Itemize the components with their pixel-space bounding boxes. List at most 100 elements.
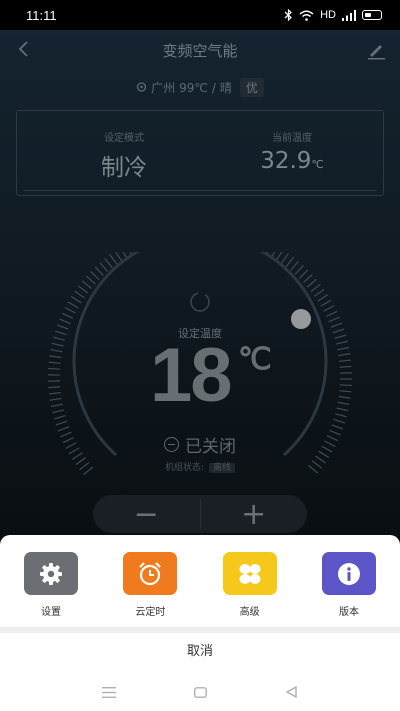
- temperature-stepper: − +: [93, 495, 307, 533]
- dial-tick: [333, 418, 346, 424]
- battery-icon: [362, 10, 382, 20]
- bluetooth-icon: [284, 9, 292, 21]
- status-time: 11:11: [26, 7, 57, 23]
- dial-tick: [323, 305, 335, 312]
- dial-tick: [298, 269, 309, 279]
- dial-tick: [336, 407, 349, 412]
- dial-tick: [50, 403, 63, 408]
- dial-tick: [57, 426, 70, 432]
- dial-tick: [339, 365, 352, 368]
- air-quality-badge: 优: [239, 78, 264, 97]
- network-type-label: HD: [320, 9, 336, 21]
- dial-tick: [61, 312, 74, 319]
- info-card: 设定模式 制冷 当前温度 32.9℃: [16, 110, 384, 196]
- page-title: 变频空气能: [162, 42, 238, 60]
- version-icon-tile: [321, 552, 376, 595]
- mode-value: 制冷: [101, 155, 147, 181]
- dial-tick: [114, 252, 123, 262]
- dial-tick: [77, 285, 89, 294]
- dial-tick: [48, 361, 61, 364]
- dial-tick: [302, 274, 313, 284]
- dial-tick: [52, 409, 65, 414]
- advanced-action[interactable]: 高级: [222, 552, 277, 627]
- dial-tick: [290, 260, 299, 271]
- unit-state-label: 机组状态:: [165, 463, 205, 473]
- dial-tick: [122, 252, 128, 259]
- dial-tick: [109, 254, 118, 265]
- dial-tick: [306, 278, 317, 288]
- back-triangle-icon[interactable]: [285, 686, 298, 698]
- dial-tick: [331, 424, 344, 430]
- dial-tick: [67, 301, 79, 309]
- advanced-icon-tile: [222, 552, 277, 595]
- weather-condition: 晴: [219, 81, 232, 95]
- dial-tick: [55, 420, 68, 426]
- action-sheet: 设置 云定时 高级 版本: [0, 535, 400, 627]
- dial-tick: [334, 413, 347, 418]
- dial-tick: [276, 252, 283, 261]
- dial-tick: [70, 295, 82, 304]
- refresh-icon[interactable]: [190, 292, 210, 312]
- settings-label: 设置: [41, 607, 61, 618]
- dial-tick: [314, 288, 325, 297]
- nav-bar: 变频空气能: [0, 30, 400, 70]
- settings-action[interactable]: 设置: [24, 552, 78, 627]
- dial-tick: [339, 359, 352, 362]
- gear-icon: [40, 562, 62, 585]
- decrease-temp-button[interactable]: −: [93, 495, 200, 533]
- settings-icon-tile: [24, 552, 78, 595]
- dial-tick: [85, 275, 96, 285]
- unit-state-badge: 离线: [208, 463, 235, 473]
- dial-tick: [59, 318, 71, 325]
- set-temp-unit: ℃: [238, 343, 272, 376]
- dial-tick: [90, 270, 100, 281]
- power-status-text: 已关闭: [185, 437, 236, 457]
- dial-tick: [50, 348, 63, 353]
- dial-tick: [271, 252, 276, 258]
- current-temp-value: 32.9: [260, 148, 312, 174]
- status-bar: 11:11 HD: [0, 0, 400, 30]
- weather-temp: 99℃: [179, 80, 208, 95]
- dial-tick: [339, 390, 352, 393]
- cloud-timer-icon-tile: [123, 552, 178, 595]
- home-icon[interactable]: [194, 686, 207, 698]
- current-temp-section: 当前温度 32.9℃: [217, 129, 367, 174]
- mode-section: 设定模式 制冷: [49, 129, 199, 182]
- dial-tick: [48, 367, 61, 370]
- menu-icon[interactable]: [102, 686, 116, 698]
- cancel-button[interactable]: 取消: [0, 633, 400, 673]
- system-nav-bar: [0, 673, 400, 711]
- dial-tick: [338, 395, 351, 399]
- location-pin-icon: [136, 81, 147, 92]
- info-icon: [337, 562, 360, 585]
- dial-tick: [99, 262, 109, 273]
- increase-temp-button[interactable]: +: [201, 495, 308, 533]
- edit-pencil-icon[interactable]: [366, 40, 386, 60]
- dial-tick: [338, 353, 351, 357]
- advanced-label: 高级: [239, 607, 260, 618]
- current-temp-label: 当前温度: [272, 133, 312, 144]
- dial-tick: [51, 342, 64, 347]
- dial-tick: [104, 258, 113, 269]
- dial-tick: [325, 310, 338, 318]
- thermostat-screen: 变频空气能 广州 99℃ / 晴 优 设定模式 制冷 当前温度 32.9℃ 设定…: [0, 30, 400, 535]
- mode-label: 设定模式: [104, 133, 144, 144]
- cloud-timer-action[interactable]: 云定时: [123, 552, 178, 627]
- dial-tick: [74, 290, 85, 299]
- power-status[interactable]: 已关闭: [0, 432, 400, 457]
- dial-tick: [281, 253, 289, 264]
- version-action[interactable]: 版本: [321, 552, 376, 627]
- dial-tick: [48, 386, 61, 389]
- power-off-icon: [164, 437, 179, 452]
- dial-tick: [49, 355, 62, 359]
- status-icons: HD: [284, 9, 382, 21]
- dial-tick: [49, 397, 62, 401]
- weather-info: 广州 99℃ / 晴 优: [0, 78, 400, 97]
- dial-tick: [320, 299, 332, 307]
- dial-tick: [337, 401, 350, 406]
- set-temp-value: 18: [150, 333, 233, 418]
- dial-tick: [339, 384, 352, 387]
- version-label: 版本: [338, 607, 359, 618]
- signal-icon: [342, 9, 356, 21]
- dial-tick: [81, 280, 92, 289]
